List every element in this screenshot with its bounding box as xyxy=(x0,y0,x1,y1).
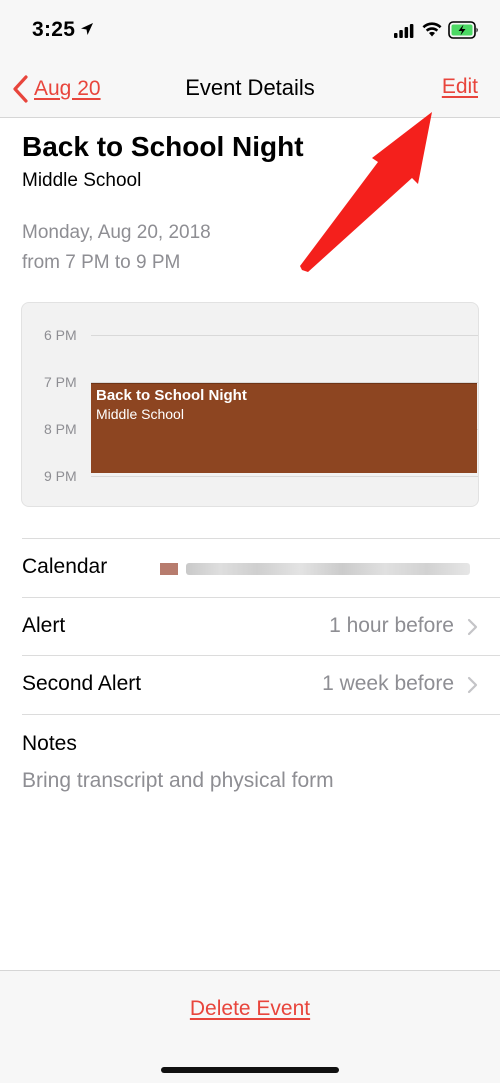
alert-row[interactable]: Alert 1 hour before xyxy=(0,598,500,656)
second-alert-label: Second Alert xyxy=(22,672,142,695)
status-bar: 3:25 xyxy=(0,0,500,62)
preview-event-title: Back to School Night xyxy=(96,387,247,404)
cellular-signal-icon xyxy=(394,24,414,38)
event-title: Back to School Night xyxy=(22,131,304,162)
hour-line xyxy=(91,476,478,477)
event-date: Monday, Aug 20, 2018 xyxy=(22,222,211,243)
edit-button[interactable]: Edit xyxy=(442,75,478,99)
notes-text: Bring transcript and physical form xyxy=(22,769,334,792)
event-location: Middle School xyxy=(22,170,142,191)
home-indicator[interactable] xyxy=(161,1067,339,1073)
calendar-row[interactable]: Calendar xyxy=(0,539,500,597)
alert-label: Alert xyxy=(22,614,66,637)
preview-event-block[interactable]: Back to School Night Middle School xyxy=(91,383,477,473)
chevron-right-icon xyxy=(467,676,478,694)
divider xyxy=(22,714,500,715)
annotation-arrow-icon xyxy=(300,112,432,272)
wifi-icon xyxy=(422,22,442,37)
preview-event-location: Middle School xyxy=(96,406,184,422)
hour-label-6pm: 6 PM xyxy=(44,327,77,343)
navigation-bar: Aug 20 Event Details Edit xyxy=(0,62,500,118)
notes-label: Notes xyxy=(22,732,77,755)
alert-value: 1 hour before xyxy=(329,614,454,637)
status-time: 3:25 xyxy=(32,18,76,41)
day-preview[interactable]: 6 PM 7 PM 8 PM 9 PM Back to School Night… xyxy=(21,302,479,507)
delete-event-button[interactable]: Delete Event xyxy=(0,997,500,1021)
second-alert-row[interactable]: Second Alert 1 week before xyxy=(0,656,500,714)
chevron-right-icon xyxy=(467,618,478,636)
hour-line xyxy=(91,335,478,336)
calendar-label: Calendar xyxy=(22,555,108,578)
bottom-toolbar: Delete Event xyxy=(0,970,500,1083)
hour-label-7pm: 7 PM xyxy=(44,374,77,390)
calendar-color-swatch xyxy=(160,563,178,575)
hour-label-9pm: 9 PM xyxy=(44,468,77,484)
calendar-name-blurred xyxy=(186,563,470,575)
page-title: Event Details xyxy=(185,75,315,100)
event-time-range: from 7 PM to 9 PM xyxy=(22,252,181,273)
battery-charging-icon xyxy=(448,21,478,39)
hour-label-8pm: 8 PM xyxy=(44,421,77,437)
calendar-value-obscured xyxy=(160,561,470,577)
location-arrow-icon xyxy=(81,23,93,35)
second-alert-value: 1 week before xyxy=(322,672,454,695)
